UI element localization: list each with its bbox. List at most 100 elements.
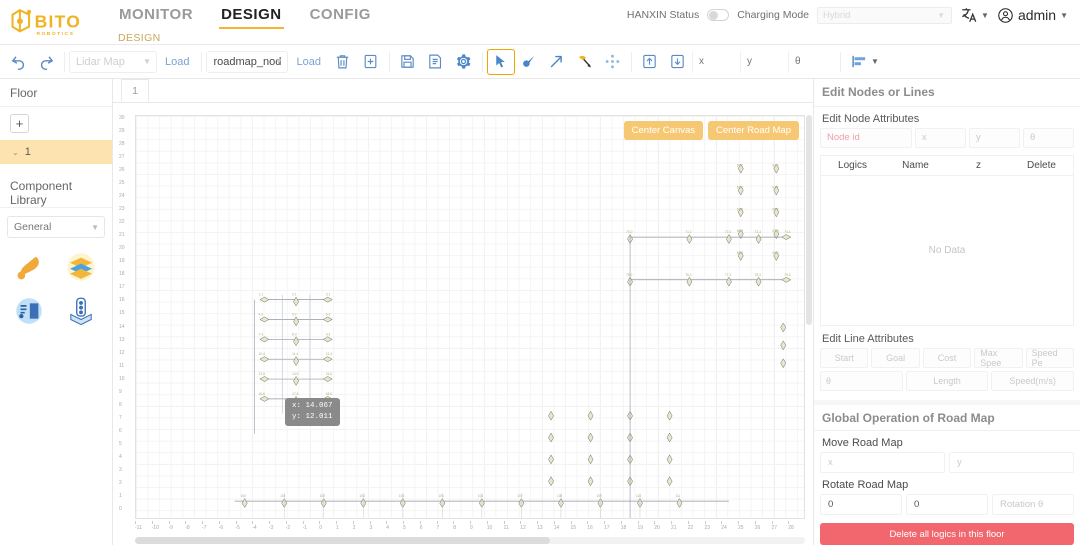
ruler-tick-x: 19 xyxy=(638,525,644,531)
move-tool-button[interactable] xyxy=(599,49,627,75)
charging-mode-label: Charging Mode xyxy=(737,9,809,21)
ruler-tick-y: 18 xyxy=(119,271,125,277)
ruler-tick-x: 8 xyxy=(453,525,456,531)
svg-text:71-1: 71-1 xyxy=(685,230,692,234)
library-item-layers[interactable] xyxy=(56,246,106,288)
save-as-button[interactable] xyxy=(422,49,450,75)
ruler-tick-y: 16 xyxy=(119,297,125,303)
component-library-title: Component Library xyxy=(0,178,112,208)
node-y-input[interactable]: y xyxy=(969,128,1020,148)
gear-icon xyxy=(455,53,472,70)
library-grid xyxy=(0,238,112,340)
node-x-input[interactable]: x xyxy=(915,128,966,148)
charging-mode-select[interactable]: Hybrid ▼ xyxy=(817,7,952,24)
rotate-theta-input[interactable]: Rotation θ xyxy=(992,494,1074,515)
ruler-tick-x: 15 xyxy=(571,525,577,531)
curve-tool-button[interactable] xyxy=(571,49,599,75)
canvas-area[interactable]: 3029282726252423222120191817161514131211… xyxy=(113,103,813,545)
library-item-traffic-light[interactable] xyxy=(56,290,106,332)
ruler-mark xyxy=(537,521,538,524)
svg-text:67-3: 67-3 xyxy=(772,229,779,233)
load-roadmap-button[interactable]: Load xyxy=(288,56,328,68)
add-floor-button[interactable]: + xyxy=(10,114,29,133)
export-button[interactable] xyxy=(664,49,692,75)
svg-text:11-4: 11-4 xyxy=(292,352,298,356)
move-x-input[interactable]: x xyxy=(820,452,945,473)
line-start-input[interactable]: Start xyxy=(820,348,868,368)
ruler-mark xyxy=(671,521,672,524)
line-cost-input[interactable]: Cost xyxy=(923,348,971,368)
delete-button[interactable] xyxy=(329,49,357,75)
node-id-input[interactable]: Node id xyxy=(820,128,912,148)
save-button[interactable] xyxy=(394,49,422,75)
line-goal-input[interactable]: Goal xyxy=(871,348,919,368)
center-roadmap-button[interactable]: Center Road Map xyxy=(708,121,799,140)
center-canvas-button[interactable]: Center Canvas xyxy=(624,121,703,140)
save-as-icon xyxy=(427,53,444,70)
ruler-mark xyxy=(219,521,220,524)
ruler-mark xyxy=(252,521,253,524)
ruler-mark xyxy=(520,521,521,524)
svg-text:105: 105 xyxy=(438,494,443,498)
vertical-scrollbar[interactable] xyxy=(806,115,812,519)
align-button[interactable]: ▼ xyxy=(845,55,885,68)
nav-design[interactable]: DESIGN xyxy=(207,4,296,26)
library-category-select[interactable]: General ▼ xyxy=(7,216,105,238)
import-button[interactable] xyxy=(636,49,664,75)
chevron-down-icon: ▼ xyxy=(981,11,989,20)
rotate-y-input[interactable]: 0 xyxy=(906,494,988,515)
svg-text:76-1: 76-1 xyxy=(685,273,692,277)
ruler-tick-y: 13 xyxy=(119,337,125,343)
line-speed-ms-input[interactable]: Speed(m/s) xyxy=(991,371,1074,391)
node-tool-button[interactable] xyxy=(515,49,543,75)
line-tool-button[interactable] xyxy=(543,49,571,75)
line-theta-input[interactable]: θ xyxy=(820,371,903,391)
load-lidar-button[interactable]: Load xyxy=(157,56,197,68)
svg-text:69-4: 69-4 xyxy=(772,251,779,255)
ruler-tick-x: 10 xyxy=(487,525,493,531)
line-length-input[interactable]: Length xyxy=(906,371,989,391)
charging-mode-value: Hybrid xyxy=(823,10,850,21)
move-roadmap-row: x y xyxy=(814,452,1080,473)
hanxin-status-toggle[interactable] xyxy=(707,9,729,21)
canvas-tab-1[interactable]: 1 xyxy=(121,79,149,102)
nav-monitor[interactable]: MONITOR xyxy=(105,4,207,26)
svg-text:62-1: 62-1 xyxy=(737,185,744,189)
floor-item-1[interactable]: ⌄ 1 xyxy=(0,140,112,164)
svg-text:70-0: 70-0 xyxy=(626,230,633,234)
ruler-mark xyxy=(202,521,203,524)
theta-input[interactable] xyxy=(788,51,836,73)
library-item-spray[interactable] xyxy=(4,246,54,288)
toolbar-divider xyxy=(389,52,390,72)
roadmap-grid[interactable]: 1-12-13-14-25-26-27-38-39-310-411-412-41… xyxy=(135,115,805,519)
svg-text:9-3: 9-3 xyxy=(326,332,331,336)
undo-button[interactable] xyxy=(4,49,32,75)
user-menu[interactable]: admin ▼ xyxy=(997,7,1068,24)
nav-config[interactable]: CONFIG xyxy=(296,4,385,26)
ruler-tick-x: -5 xyxy=(236,525,240,531)
line-speed-percent-input[interactable]: Speed Pe xyxy=(1026,348,1074,368)
new-file-button[interactable] xyxy=(357,49,385,75)
line-max-speed-input[interactable]: Max Spee xyxy=(974,348,1022,368)
horizontal-scrollbar[interactable] xyxy=(135,537,805,544)
x-coordinate-input[interactable] xyxy=(692,51,740,73)
redo-button[interactable] xyxy=(32,49,60,75)
move-dots-icon xyxy=(604,53,621,70)
lidar-map-select[interactable]: Lidar Map ▼ xyxy=(69,51,157,73)
move-y-input[interactable]: y xyxy=(949,452,1074,473)
node-theta-input[interactable]: θ xyxy=(1023,128,1074,148)
ruler-tick-y: 4 xyxy=(119,454,122,460)
library-category-value: General xyxy=(14,221,51,233)
select-tool-button[interactable] xyxy=(487,49,515,75)
library-item-zone[interactable] xyxy=(4,290,54,332)
ruler-tick-y: 25 xyxy=(119,180,125,186)
language-switcher[interactable]: ▼ xyxy=(960,6,989,24)
rotate-x-input[interactable]: 0 xyxy=(820,494,902,515)
roadmap-select[interactable]: roadmap_nod ▼ xyxy=(206,51,288,73)
settings-button[interactable] xyxy=(450,49,478,75)
vertical-scroll-thumb[interactable] xyxy=(806,115,812,325)
y-coordinate-input[interactable] xyxy=(740,51,788,73)
svg-text:64-2: 64-2 xyxy=(737,207,744,211)
delete-all-logics-button[interactable]: Delete all logics in this floor xyxy=(820,523,1074,545)
horizontal-scroll-thumb[interactable] xyxy=(135,537,550,544)
